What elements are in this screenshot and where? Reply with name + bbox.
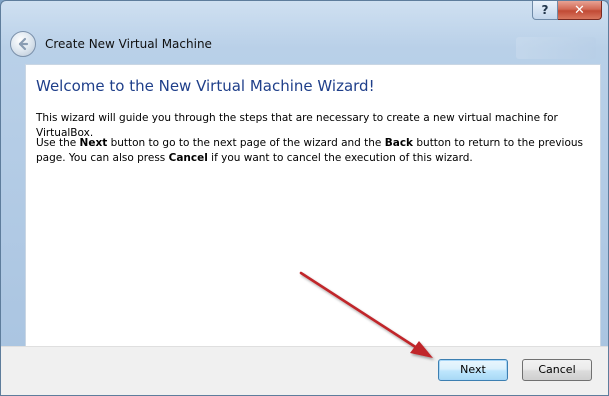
title-bar: ? ✕ (1, 1, 608, 29)
instructions-text: button to go to the next page of the wiz… (107, 137, 385, 149)
back-keyword: Back (384, 137, 414, 149)
page-heading: Welcome to the New Virtual Machine Wizar… (36, 77, 375, 95)
back-button[interactable] (10, 31, 36, 57)
wizard-content: Welcome to the New Virtual Machine Wizar… (25, 64, 601, 346)
close-button[interactable]: ✕ (558, 1, 602, 20)
button-bar: Next Cancel (1, 346, 608, 395)
instructions-paragraph: Use the Next button to go to the next pa… (36, 136, 592, 166)
wizard-header: Create New Virtual Machine (1, 29, 608, 63)
window-controls: ? ✕ (532, 1, 602, 21)
close-icon: ✕ (574, 2, 585, 18)
help-button[interactable]: ? (532, 1, 558, 20)
cancel-button[interactable]: Cancel (522, 359, 592, 381)
wizard-window: ? ✕ Create New Virtual Machine Welcome t… (0, 0, 609, 396)
help-icon: ? (541, 3, 549, 17)
wizard-title: Create New Virtual Machine (45, 37, 212, 51)
back-arrow-icon (18, 37, 29, 51)
next-keyword: Next (79, 137, 108, 149)
instructions-text: Use the (36, 137, 80, 149)
background-window-hint (516, 37, 596, 59)
cancel-keyword: Cancel (168, 152, 208, 164)
instructions-text: if you want to cancel the execution of t… (207, 152, 473, 164)
next-button[interactable]: Next (438, 359, 508, 381)
